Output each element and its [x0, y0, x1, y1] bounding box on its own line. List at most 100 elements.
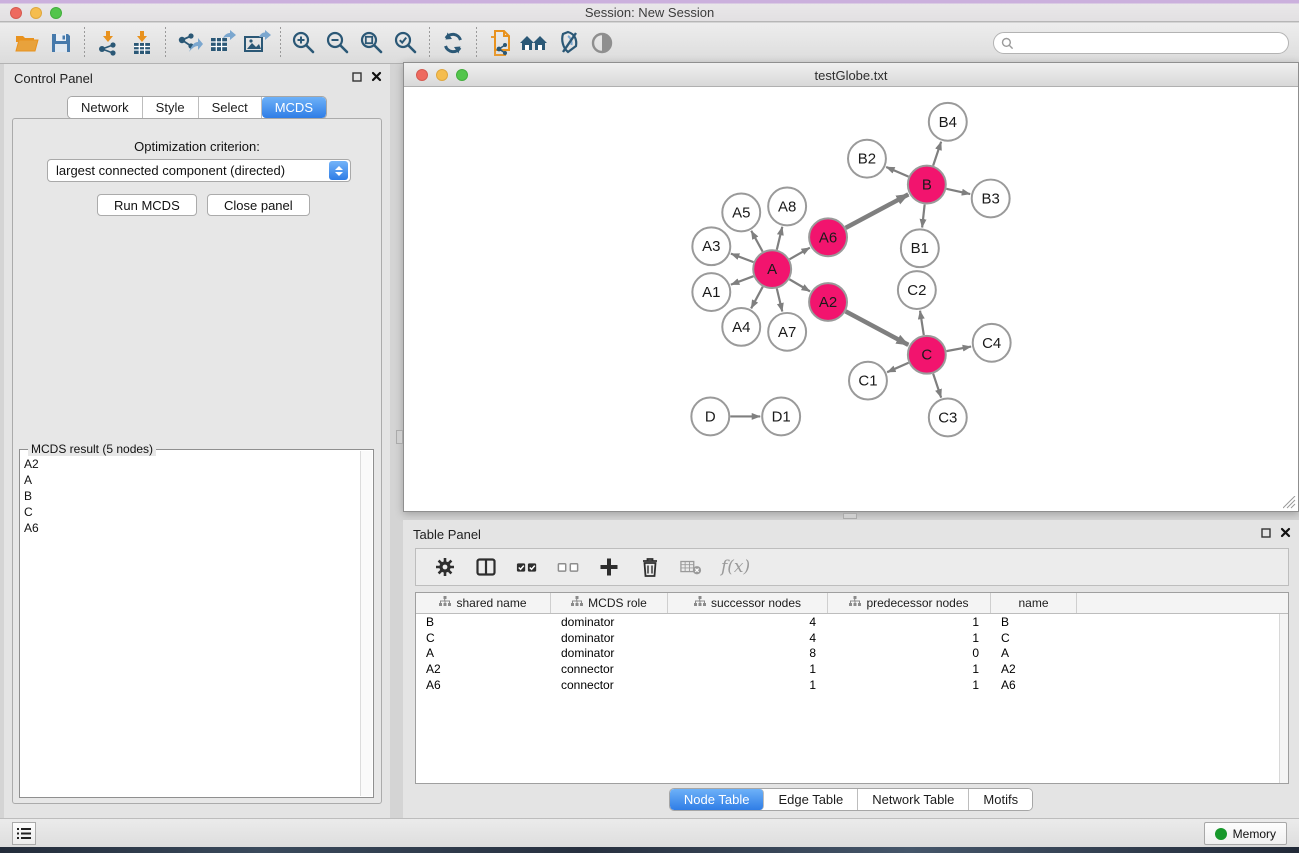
table-cell[interactable]: dominator [551, 646, 668, 660]
table-cell[interactable]: 0 [828, 646, 991, 660]
tab-network-table[interactable]: Network Table [858, 789, 969, 810]
table-row[interactable]: Bdominator41B [416, 614, 1288, 630]
delete-table-icon[interactable] [680, 556, 702, 578]
table-cell[interactable]: A [991, 646, 1077, 660]
graph-node-D[interactable]: D [691, 398, 729, 436]
graph-edge-A-A7[interactable] [777, 289, 782, 312]
graph-node-B4[interactable]: B4 [929, 103, 967, 141]
run-mcds-button[interactable]: Run MCDS [97, 194, 197, 216]
zoom-in-icon[interactable] [287, 26, 321, 60]
table-row[interactable]: A2connector11A2 [416, 661, 1288, 677]
function-builder-icon[interactable]: f(x) [721, 557, 750, 577]
graph-node-A6[interactable]: A6 [809, 218, 847, 256]
column-header-MCDS-role[interactable]: MCDS role [551, 593, 668, 613]
float-panel-icon[interactable] [352, 72, 362, 82]
network-window-titlebar[interactable]: testGlobe.txt [404, 63, 1298, 87]
table-cell[interactable]: B [991, 615, 1077, 629]
graph-node-C[interactable]: C [908, 336, 946, 374]
table-cell[interactable]: 1 [828, 678, 991, 692]
graph-edge-C-C1[interactable] [887, 363, 908, 372]
graph-node-D1[interactable]: D1 [762, 398, 800, 436]
show-hide-icon[interactable] [585, 26, 619, 60]
annotation-pen-icon[interactable] [551, 26, 585, 60]
deselect-all-icon[interactable] [557, 556, 579, 578]
mcds-result-item[interactable]: A [24, 472, 359, 488]
graph-edge-A-A2[interactable] [789, 279, 810, 291]
table-cell[interactable]: 8 [668, 646, 828, 660]
resize-grip[interactable] [1283, 496, 1296, 509]
table-cell[interactable]: dominator [551, 631, 668, 645]
graph-edge-C-C3[interactable] [933, 374, 941, 398]
graph-node-B1[interactable]: B1 [901, 229, 939, 267]
table-cell[interactable]: dominator [551, 615, 668, 629]
import-network-icon[interactable] [91, 26, 125, 60]
search-box[interactable] [993, 32, 1289, 54]
add-column-icon[interactable] [598, 556, 620, 578]
close-panel-icon[interactable] [371, 71, 382, 82]
duplicate-network-icon[interactable] [483, 26, 517, 60]
graph-node-B3[interactable]: B3 [972, 180, 1010, 218]
graph-node-A3[interactable]: A3 [692, 227, 730, 265]
graph-node-A1[interactable]: A1 [692, 273, 730, 311]
tab-network[interactable]: Network [68, 97, 143, 118]
graph-edge-C-C2[interactable] [920, 311, 924, 335]
graph-node-A[interactable]: A [753, 250, 791, 288]
zoom-selected-icon[interactable] [389, 26, 423, 60]
table-cell[interactable]: C [416, 631, 551, 645]
open-session-icon[interactable] [10, 26, 44, 60]
graph-node-C1[interactable]: C1 [849, 362, 887, 400]
split-divider-handle[interactable] [396, 430, 403, 444]
graph-edge-A-A1[interactable] [731, 276, 754, 284]
column-header-shared-name[interactable]: shared name [416, 593, 551, 613]
delete-column-icon[interactable] [639, 556, 661, 578]
table-cell[interactable]: 4 [668, 615, 828, 629]
tab-edge-table[interactable]: Edge Table [764, 789, 858, 810]
node-table[interactable]: shared nameMCDS rolesuccessor nodesprede… [415, 592, 1289, 784]
table-cell[interactable]: 4 [668, 631, 828, 645]
table-cell[interactable]: 1 [828, 631, 991, 645]
save-session-icon[interactable] [44, 26, 78, 60]
column-header-predecessor-nodes[interactable]: predecessor nodes [828, 593, 991, 613]
graph-node-A8[interactable]: A8 [768, 188, 806, 226]
tab-mcds[interactable]: MCDS [262, 97, 326, 118]
graph-edge-A-A4[interactable] [751, 287, 763, 309]
graph-node-C4[interactable]: C4 [973, 324, 1011, 362]
graph-edge-A-A6[interactable] [790, 248, 810, 260]
split-columns-icon[interactable] [475, 556, 497, 578]
table-cell[interactable]: 1 [828, 662, 991, 676]
mcds-result-item[interactable]: A6 [24, 520, 359, 536]
table-cell[interactable]: A2 [416, 662, 551, 676]
graph-node-B[interactable]: B [908, 166, 946, 204]
graph-edge-A2-C[interactable] [846, 311, 909, 344]
import-table-icon[interactable] [125, 26, 159, 60]
graph-node-A5[interactable]: A5 [722, 193, 760, 231]
close-panel-button[interactable]: Close panel [207, 194, 310, 216]
graph-edge-B-B4[interactable] [933, 142, 941, 166]
table-row[interactable]: Adominator80A [416, 645, 1288, 661]
graph-edge-A-A8[interactable] [777, 227, 782, 250]
table-cell[interactable]: connector [551, 662, 668, 676]
table-cell[interactable]: A6 [991, 678, 1077, 692]
zoom-out-icon[interactable] [321, 26, 355, 60]
export-network-icon[interactable] [172, 26, 206, 60]
column-header-successor-nodes[interactable]: successor nodes [668, 593, 828, 613]
graph-node-A4[interactable]: A4 [722, 308, 760, 346]
graph-node-A7[interactable]: A7 [768, 313, 806, 351]
graph-node-C3[interactable]: C3 [929, 399, 967, 437]
graph-edge-C-C4[interactable] [946, 347, 971, 352]
search-input[interactable] [1014, 34, 1288, 52]
tab-motifs[interactable]: Motifs [969, 789, 1032, 810]
table-cell[interactable]: B [416, 615, 551, 629]
table-cell[interactable]: 1 [668, 662, 828, 676]
network-canvas[interactable]: B4B2BB3A5A8A6A3B1AC2A1A2A4A7C4CC1C3DD1 [404, 87, 1298, 511]
table-cell[interactable]: 1 [668, 678, 828, 692]
tab-style[interactable]: Style [143, 97, 199, 118]
graph-edge-B-B2[interactable] [886, 167, 908, 177]
table-row[interactable]: Cdominator41C [416, 630, 1288, 646]
graph-edge-A-A3[interactable] [731, 254, 754, 262]
table-settings-icon[interactable] [434, 556, 456, 578]
tab-node-table[interactable]: Node Table [670, 789, 765, 810]
graph-node-B2[interactable]: B2 [848, 140, 886, 178]
memory-button[interactable]: Memory [1204, 822, 1287, 845]
close-panel-icon[interactable] [1280, 527, 1291, 538]
